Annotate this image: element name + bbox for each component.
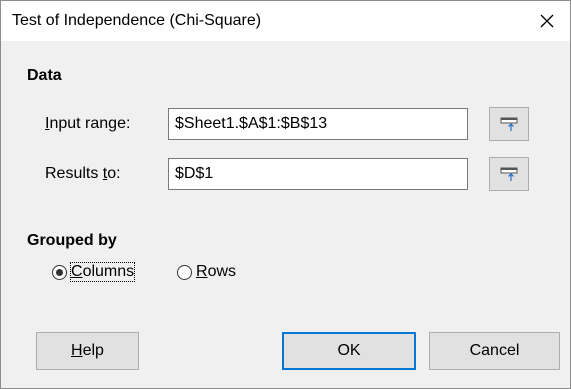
data-section-heading: Data [27,67,62,84]
grouped-by-heading: Grouped by [27,232,117,249]
columns-radio-dot [56,268,63,276]
help-button-label: Help [71,342,104,359]
close-button[interactable] [524,1,570,41]
cancel-button-label: Cancel [469,342,520,359]
close-icon [540,14,554,28]
help-button[interactable]: Help [36,332,139,370]
results-to-label: Results to: [45,165,121,182]
columns-radio-circle[interactable] [52,264,67,280]
input-range-label: Input range: [45,115,131,132]
input-range-field[interactable] [168,108,468,140]
dialog-title: Test of Independence (Chi-Square) [12,12,262,29]
title-bar: Test of Independence (Chi-Square) [1,1,570,41]
cancel-button[interactable]: Cancel [429,332,560,370]
shrink-icon [500,117,518,131]
rows-radio-circle[interactable] [177,264,192,280]
input-range-shrink-button[interactable] [489,107,529,141]
columns-radio[interactable]: Columns [52,262,136,282]
rows-radio[interactable]: Rows [177,263,236,281]
results-to-field[interactable] [168,158,468,190]
columns-radio-label: Columns [69,262,136,282]
results-to-shrink-button[interactable] [489,157,529,191]
ok-button[interactable]: OK [282,332,416,370]
rows-radio-label: Rows [196,263,237,280]
chi-square-dialog: Test of Independence (Chi-Square) Data I… [0,0,571,389]
shrink-icon [500,167,518,181]
ok-button-label: OK [337,342,361,359]
